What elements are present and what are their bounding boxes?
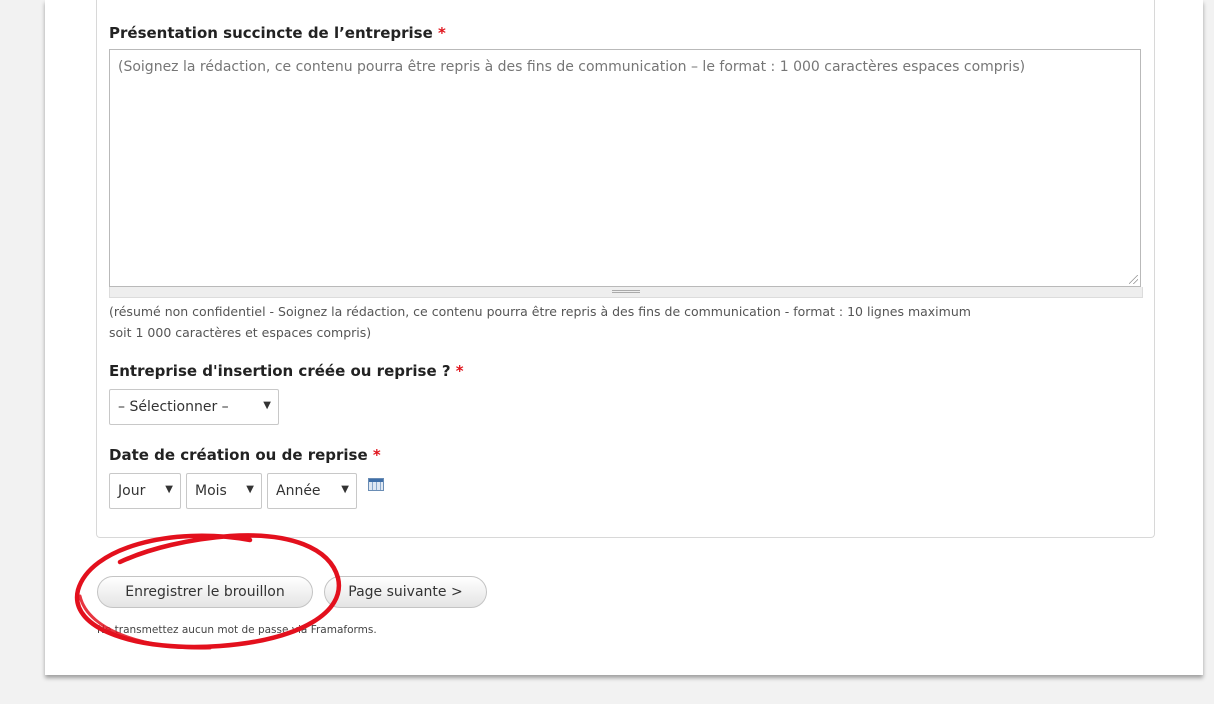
date-label-text: Date de création ou de reprise [109,446,368,464]
month-select-value: Mois [195,483,227,499]
calendar-icon[interactable] [368,478,384,491]
insertion-select-value: – Sélectionner – [118,399,229,415]
year-select-value: Année [276,483,321,499]
insertion-label: Entreprise d'insertion créée ou reprise … [109,362,464,380]
save-draft-button[interactable]: Enregistrer le brouillon [97,576,313,608]
presentation-description: (résumé non confidentiel - Soignez la ré… [109,301,1139,343]
resize-corner-icon[interactable] [1129,275,1138,284]
presentation-textarea[interactable]: (Soignez la rédaction, ce contenu pourra… [109,49,1141,287]
presentation-placeholder: (Soignez la rédaction, ce contenu pourra… [118,59,1026,75]
day-select-value: Jour [118,483,146,499]
required-marker: * [438,24,446,42]
presentation-label-text: Présentation succincte de l’entreprise [109,24,433,42]
description-line-1: (résumé non confidentiel - Soignez la ré… [109,304,971,319]
day-select[interactable]: Jour ▼ [109,473,181,509]
password-warning-footnote: Ne transmettez aucun mot de passe via Fr… [97,624,377,636]
month-select[interactable]: Mois ▼ [186,473,262,509]
dropdown-arrow-icon: ▼ [263,400,271,411]
dropdown-arrow-icon: ▼ [246,484,254,495]
date-label: Date de création ou de reprise * [109,446,381,464]
next-page-button[interactable]: Page suivante > [324,576,487,608]
insertion-label-text: Entreprise d'insertion créée ou reprise … [109,362,451,380]
presentation-label: Présentation succincte de l’entreprise * [109,24,446,42]
textarea-resize-grippie[interactable] [109,287,1143,298]
description-line-2: soit 1 000 caractères et espaces compris… [109,325,372,340]
dropdown-arrow-icon: ▼ [165,484,173,495]
required-marker: * [372,446,381,464]
insertion-select[interactable]: – Sélectionner – ▼ [109,389,279,425]
required-marker: * [455,362,464,380]
year-select[interactable]: Année ▼ [267,473,357,509]
dropdown-arrow-icon: ▼ [341,484,349,495]
